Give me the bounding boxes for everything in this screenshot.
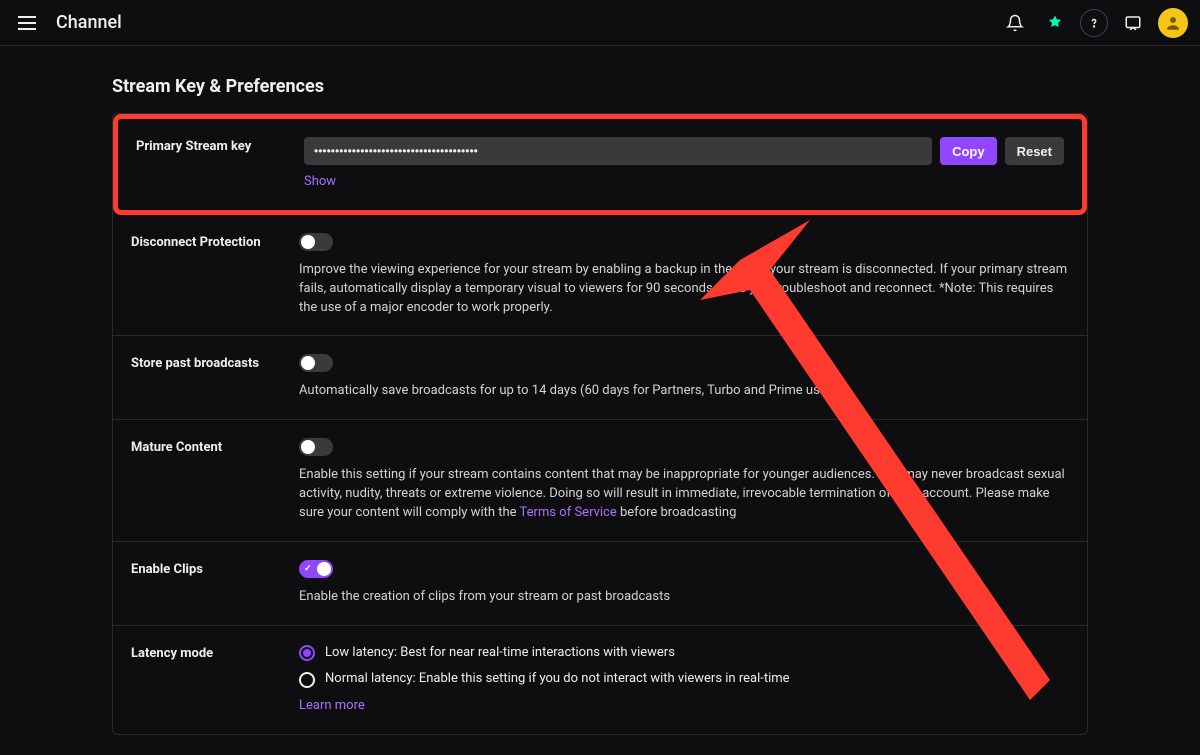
stream-key-input[interactable] bbox=[304, 137, 932, 165]
radio-low[interactable] bbox=[299, 645, 315, 661]
page-title: Stream Key & Preferences bbox=[112, 76, 1088, 97]
show-key-link[interactable]: Show bbox=[304, 173, 1064, 192]
clips-label: Enable Clips bbox=[131, 560, 299, 607]
stream-key-row: Primary Stream key Copy Reset Show bbox=[118, 119, 1082, 210]
latency-learn-more-link[interactable]: Learn more bbox=[299, 698, 365, 713]
latency-label: Latency mode bbox=[131, 644, 299, 717]
store-toggle[interactable] bbox=[299, 354, 333, 372]
mature-desc-post: before broadcasting bbox=[617, 505, 737, 520]
reset-button[interactable]: Reset bbox=[1005, 137, 1064, 165]
mature-label: Mature Content bbox=[131, 438, 299, 523]
clips-description: Enable the creation of clips from your s… bbox=[299, 588, 1069, 607]
menu-icon[interactable] bbox=[12, 10, 42, 36]
latency-normal-label: Normal latency: Enable this setting if y… bbox=[325, 670, 790, 689]
help-icon[interactable] bbox=[1080, 9, 1108, 37]
latency-low-option[interactable]: Low latency: Best for near real-time int… bbox=[299, 644, 1069, 663]
store-label: Store past broadcasts bbox=[131, 354, 299, 401]
latency-normal-option[interactable]: Normal latency: Enable this setting if y… bbox=[299, 670, 1069, 689]
main-content: Stream Key & Preferences Primary Stream … bbox=[0, 46, 1200, 755]
enable-clips-row: Enable Clips ✓ Enable the creation of cl… bbox=[113, 542, 1087, 626]
clips-toggle[interactable]: ✓ bbox=[299, 560, 333, 578]
stream-key-controls: Copy Reset bbox=[304, 137, 1064, 165]
mature-toggle[interactable] bbox=[299, 438, 333, 456]
chat-icon[interactable] bbox=[1118, 8, 1148, 38]
terms-of-service-link[interactable]: Terms of Service bbox=[520, 505, 617, 520]
disconnect-description: Improve the viewing experience for your … bbox=[299, 261, 1069, 318]
page-header-title: Channel bbox=[56, 12, 122, 33]
header-right bbox=[1000, 8, 1188, 38]
app-header: Channel bbox=[0, 0, 1200, 46]
store-description: Automatically save broadcasts for up to … bbox=[299, 382, 1069, 401]
mature-content-row: Mature Content Enable this setting if yo… bbox=[113, 420, 1087, 542]
notifications-icon[interactable] bbox=[1000, 8, 1030, 38]
disconnect-protection-row: Disconnect Protection Improve the viewin… bbox=[113, 215, 1087, 337]
stream-key-highlight: Primary Stream key Copy Reset Show bbox=[113, 114, 1087, 215]
disconnect-label: Disconnect Protection bbox=[131, 233, 299, 318]
mature-description: Enable this setting if your stream conta… bbox=[299, 466, 1069, 523]
settings-panel: Primary Stream key Copy Reset Show Disco… bbox=[112, 113, 1088, 735]
radio-normal[interactable] bbox=[299, 672, 315, 688]
avatar[interactable] bbox=[1158, 8, 1188, 38]
stream-key-label: Primary Stream key bbox=[136, 137, 304, 192]
header-left: Channel bbox=[12, 10, 122, 36]
latency-low-label: Low latency: Best for near real-time int… bbox=[325, 644, 675, 663]
store-broadcasts-row: Store past broadcasts Automatically save… bbox=[113, 336, 1087, 420]
copy-button[interactable]: Copy bbox=[940, 137, 997, 165]
disconnect-toggle[interactable] bbox=[299, 233, 333, 251]
latency-row: Latency mode Low latency: Best for near … bbox=[113, 626, 1087, 735]
turbo-icon[interactable] bbox=[1040, 8, 1070, 38]
